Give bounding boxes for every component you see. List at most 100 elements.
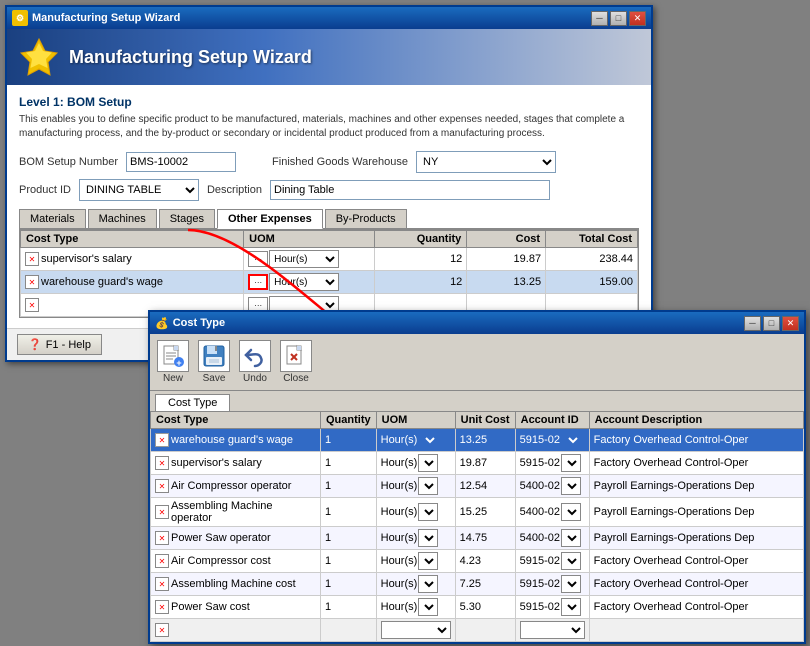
tab-other-expenses[interactable]: Other Expenses: [217, 209, 323, 229]
ct-row6-acct-sel[interactable]: ▼: [561, 552, 581, 570]
ct-row3-acct-sel[interactable]: ▼: [561, 477, 581, 495]
ct-table-row[interactable]: ✕ Air Compressor operator 1 Hour(s) ▼ 12…: [151, 475, 804, 498]
ct-row1-uom-select[interactable]: ▼: [418, 431, 438, 449]
ct-title-icon: 💰: [155, 317, 169, 330]
ct-table-row[interactable]: ✕ warehouse guard's wage 1 Hour(s) ▼ 13.…: [151, 429, 804, 452]
row2-uom-select[interactable]: Hour(s): [269, 273, 339, 291]
ct-row3-x[interactable]: ✕: [155, 479, 169, 493]
ct-table: Cost Type Quantity UOM Unit Cost Account…: [150, 411, 804, 642]
expense-table-container: Cost Type UOM Quantity Cost Total Cost ✕…: [19, 229, 639, 318]
ct-col-acctdesc: Account Description: [589, 412, 803, 429]
ct-row8-x[interactable]: ✕: [155, 600, 169, 614]
row1-dots-btn[interactable]: ···: [248, 251, 268, 267]
ct-row5-uom-sel[interactable]: ▼: [418, 529, 438, 547]
row2-cost: 13.25: [467, 271, 546, 294]
ct-row7-uom-sel[interactable]: ▼: [418, 575, 438, 593]
row1-cost: 19.87: [467, 248, 546, 271]
new-icon: +: [157, 340, 189, 372]
save-button[interactable]: Save: [196, 338, 232, 386]
undo-icon: [239, 340, 271, 372]
ct-row4-uom-sel[interactable]: ▼: [418, 503, 438, 521]
tab-machines[interactable]: Machines: [88, 209, 157, 228]
row2-dots-btn[interactable]: ···: [248, 274, 268, 290]
ct-col-qty: Quantity: [321, 412, 377, 429]
ct-table-row[interactable]: ✕ supervisor's salary 1 Hour(s) ▼ 19.87: [151, 452, 804, 475]
ct-row2-uom-sel[interactable]: ▼: [418, 454, 438, 472]
tab-by-products[interactable]: By-Products: [325, 209, 407, 228]
ct-row2-x[interactable]: ✕: [155, 456, 169, 470]
col-cost: Cost: [467, 231, 546, 248]
ct-close-btn[interactable]: ✕: [782, 316, 799, 331]
ct-row8-uom-sel[interactable]: ▼: [418, 598, 438, 616]
ct-row7-x[interactable]: ✕: [155, 577, 169, 591]
ct-title-bar: 💰 Cost Type ─ □ ✕: [150, 312, 804, 334]
desc-input[interactable]: [270, 180, 550, 200]
wizard-minimize-btn[interactable]: ─: [591, 11, 608, 26]
ct-row6-unitcost: 4.23: [455, 550, 515, 573]
ct-row4-acct-sel[interactable]: ▼: [561, 503, 581, 521]
fg-select[interactable]: NY: [416, 151, 556, 173]
ct-row6-acctdesc: Factory Overhead Control-Oper: [589, 550, 803, 573]
ct-newrow-acct-sel[interactable]: [520, 621, 585, 639]
undo-button[interactable]: Undo: [237, 338, 273, 386]
ct-row5-unitcost: 14.75: [455, 527, 515, 550]
ct-row1-type: warehouse guard's wage: [171, 434, 293, 446]
tab-stages[interactable]: Stages: [159, 209, 215, 228]
help-button[interactable]: ❓ F1 - Help: [17, 334, 102, 355]
row1-remove-btn[interactable]: ✕: [25, 252, 39, 266]
close-button[interactable]: Close: [278, 338, 314, 386]
row2-quantity: 12: [375, 271, 467, 294]
product-select[interactable]: DINING TABLE: [79, 179, 199, 201]
ct-row3-type: Air Compressor operator: [171, 480, 291, 492]
ct-row8-acct-sel[interactable]: ▼: [561, 598, 581, 616]
ct-row2-type: supervisor's salary: [171, 457, 262, 469]
ct-row1-acctid: 5915-02: [520, 434, 560, 446]
wizard-window-controls: ─ □ ✕: [591, 11, 646, 26]
ct-row2-acct-sel[interactable]: ▼: [561, 454, 581, 472]
ct-row6-x[interactable]: ✕: [155, 554, 169, 568]
ct-row1-unitcost: 13.25: [455, 429, 515, 452]
ct-table-row[interactable]: ✕ Power Saw operator 1 Hour(s) ▼ 14.75: [151, 527, 804, 550]
ct-row8-unitcost: 5.30: [455, 596, 515, 619]
ct-row6-uom-sel[interactable]: ▼: [418, 552, 438, 570]
ct-newrow-x[interactable]: ✕: [155, 623, 169, 637]
wizard-close-btn[interactable]: ✕: [629, 11, 646, 26]
row2-remove-btn[interactable]: ✕: [25, 275, 39, 289]
ct-row4-acctdesc: Payroll Earnings-Operations Dep: [589, 498, 803, 527]
ct-maximize-btn[interactable]: □: [763, 316, 780, 331]
ct-row5-x[interactable]: ✕: [155, 531, 169, 545]
ct-row2-uom: Hour(s): [381, 457, 418, 469]
ct-row7-acct-sel[interactable]: ▼: [561, 575, 581, 593]
ct-row4-x[interactable]: ✕: [155, 505, 169, 519]
col-total: Total Cost: [546, 231, 638, 248]
ct-row1-x[interactable]: ✕: [155, 433, 169, 447]
ct-row2-acctdesc: Factory Overhead Control-Oper: [589, 452, 803, 475]
ct-row3-qty: 1: [321, 475, 377, 498]
bom-input[interactable]: [126, 152, 236, 172]
row1-uom-select[interactable]: Hour(s): [269, 250, 339, 268]
ct-row5-acct-sel[interactable]: ▼: [561, 529, 581, 547]
new-row-x[interactable]: ✕: [25, 298, 39, 312]
wizard-maximize-btn[interactable]: □: [610, 11, 627, 26]
expense-table: Cost Type UOM Quantity Cost Total Cost ✕…: [20, 230, 638, 317]
ct-newrow-uom-sel[interactable]: [381, 621, 451, 639]
ct-row8-uom: Hour(s): [381, 601, 418, 613]
product-row: Product ID DINING TABLE Description: [19, 179, 639, 201]
ct-row4-qty: 1: [321, 498, 377, 527]
ct-row1-acct-select[interactable]: ▼: [561, 431, 581, 449]
ct-tab-costtype[interactable]: Cost Type: [155, 394, 230, 411]
tab-materials[interactable]: Materials: [19, 209, 86, 228]
close-doc-icon: [280, 340, 312, 372]
ct-row1-qty: 1: [321, 429, 377, 452]
ct-table-row[interactable]: ✕ Assembling Machine operator 1 Hour(s) …: [151, 498, 804, 527]
ct-table-row[interactable]: ✕ Assembling Machine cost 1 Hour(s) ▼ 7.…: [151, 573, 804, 596]
row2-total: 159.00: [546, 271, 638, 294]
ct-minimize-btn[interactable]: ─: [744, 316, 761, 331]
ct-row3-uom-sel[interactable]: ▼: [418, 477, 438, 495]
ct-row6-qty: 1: [321, 550, 377, 573]
new-button[interactable]: + New: [155, 338, 191, 386]
ct-table-row[interactable]: ✕ Power Saw cost 1 Hour(s) ▼ 5.30: [151, 596, 804, 619]
ct-table-row[interactable]: ✕ Air Compressor cost 1 Hour(s) ▼ 4.23: [151, 550, 804, 573]
ct-row7-acctdesc: Factory Overhead Control-Oper: [589, 573, 803, 596]
ct-row6-uom: Hour(s): [381, 555, 418, 567]
